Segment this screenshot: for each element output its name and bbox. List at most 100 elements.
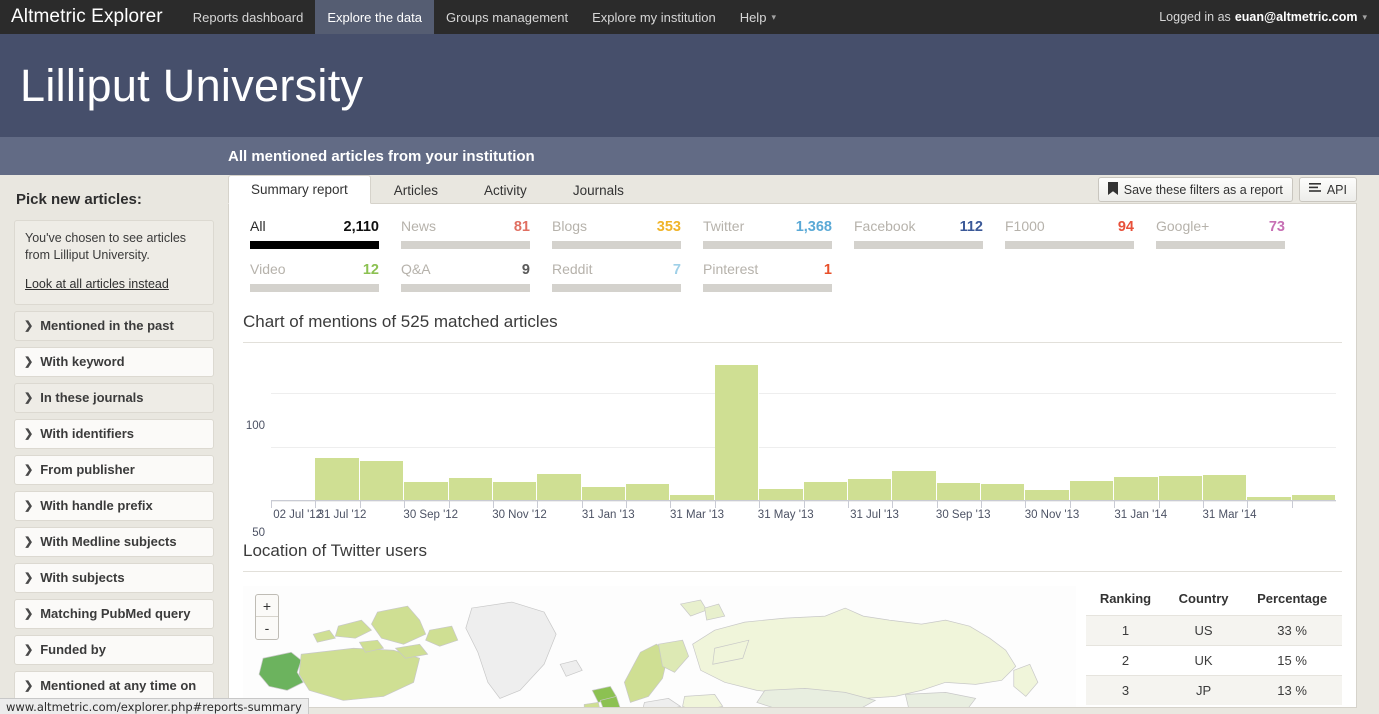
nav-item-explore-my-institution[interactable]: Explore my institution [580, 0, 728, 34]
tab-label: Activity [484, 182, 527, 198]
sidebar-item-mentioned-at-any-time-on[interactable]: ❯ Mentioned at any time on [14, 670, 214, 701]
sidebar-item-mentioned-in-the-past[interactable]: ❯ Mentioned in the past [14, 310, 214, 341]
chart-bar[interactable] [981, 483, 1026, 501]
stat-google-plus[interactable]: Google+ 73 [1145, 218, 1296, 249]
stat-all[interactable]: All 2,110 [239, 218, 390, 249]
map-zoom-out-button[interactable]: - [256, 617, 278, 639]
world-map-svg [243, 586, 1076, 707]
chart-bar[interactable] [626, 483, 671, 501]
app-brand[interactable]: Altmetric Explorer [0, 0, 181, 34]
sidebar-item-with-subjects[interactable]: ❯ With subjects [14, 562, 214, 593]
map-zoom-in-button[interactable]: + [256, 595, 278, 617]
cell-country: US [1164, 615, 1243, 646]
nav-item-reports-dashboard[interactable]: Reports dashboard [181, 0, 316, 34]
stat-video[interactable]: Video 12 [239, 261, 390, 292]
chart-bar[interactable] [1202, 475, 1248, 501]
nav-item-help[interactable]: Help ▾ [728, 0, 788, 34]
chart-bar[interactable] [936, 482, 981, 501]
chart-bar[interactable] [448, 478, 493, 501]
table-header-row: Ranking Country Percentage [1086, 586, 1342, 616]
sidebar-item-with-handle-prefix[interactable]: ❯ With handle prefix [14, 490, 214, 521]
column-header-country: Country [1178, 591, 1229, 606]
chart-tick [670, 501, 714, 508]
save-filters-as-report-button[interactable]: Save these filters as a report [1097, 177, 1293, 202]
stat-value: 7 [672, 262, 681, 278]
chart-tick [315, 501, 359, 508]
sidebar-item-funded-by[interactable]: ❯ Funded by [14, 634, 214, 665]
logged-in-label: Logged in as [1159, 10, 1231, 24]
chart-bar[interactable] [359, 461, 405, 501]
stat-label: Facebook [854, 218, 916, 234]
chart-bar[interactable] [404, 481, 449, 501]
api-button[interactable]: API [1298, 177, 1357, 202]
chart-x-tick-label: 31 Jan '13 [581, 509, 635, 521]
bookmark-icon [1107, 181, 1118, 198]
stat-value: 1,368 [795, 219, 832, 235]
look-at-all-articles-link[interactable]: Look at all articles instead [25, 276, 169, 293]
tab-activity[interactable]: Activity [461, 175, 550, 204]
sidebar-item-from-publisher[interactable]: ❯ From publisher [14, 454, 214, 485]
chart-bar[interactable] [1158, 476, 1203, 501]
chart-tick [537, 501, 581, 508]
chart-bar[interactable] [714, 365, 760, 501]
cell-country: UK [1164, 645, 1243, 676]
sidebar-item-label: With subjects [40, 570, 125, 586]
chart-tick [1025, 501, 1069, 508]
top-navigation-bar: Altmetric Explorer Reports dashboard Exp… [0, 0, 1379, 34]
tab-journals[interactable]: Journals [550, 175, 647, 204]
chart-bar[interactable] [892, 470, 937, 501]
chart-bar[interactable] [492, 481, 538, 501]
table-row: 3 JP 13 % [1086, 675, 1342, 705]
stat-news[interactable]: News 81 [390, 218, 541, 249]
chart-bar[interactable] [537, 474, 582, 501]
world-map[interactable]: + - [243, 586, 1076, 707]
chart-bar[interactable] [1069, 480, 1115, 501]
nav-item-groups-management[interactable]: Groups management [434, 0, 580, 34]
sidebar-item-label: Mentioned in the past [40, 318, 174, 334]
chart-y-tick-label: 50 [252, 527, 265, 540]
filter-sidebar: Pick new articles: You've chosen to see … [0, 175, 228, 714]
chart-bar[interactable] [581, 487, 626, 501]
stat-label: Video [250, 261, 286, 277]
chart-section-title: Chart of mentions of 525 matched article… [243, 312, 1342, 343]
chart-bar[interactable] [803, 481, 848, 501]
nav-label: Explore the data [327, 9, 422, 25]
cell-percentage: 15 % [1242, 645, 1342, 676]
chart-bar[interactable] [847, 479, 893, 501]
sidebar-item-with-medline-subjects[interactable]: ❯ With Medline subjects [14, 526, 214, 557]
sidebar-heading: Pick new articles: [16, 191, 142, 208]
context-subheader: All mentioned articles from your institu… [0, 137, 1379, 175]
stat-reddit[interactable]: Reddit 7 [541, 261, 692, 292]
chart-x-tick-label: 30 Nov '13 [1024, 509, 1080, 521]
sidebar-item-with-identifiers[interactable]: ❯ With identifiers [14, 418, 214, 449]
logged-in-user[interactable]: Logged in as euan@altmetric.com ▾ [1159, 0, 1379, 34]
api-label: API [1326, 182, 1347, 197]
sidebar-item-label: With handle prefix [40, 498, 153, 514]
stat-qa[interactable]: Q&A 9 [390, 261, 541, 292]
sidebar-item-label: With identifiers [40, 426, 134, 442]
stat-pinterest[interactable]: Pinterest 1 [692, 261, 843, 292]
chart-tick [581, 501, 626, 508]
sidebar-item-in-these-journals[interactable]: ❯ In these journals [14, 382, 214, 413]
stat-facebook[interactable]: Facebook 112 [843, 218, 994, 249]
chart-tick [1291, 501, 1336, 508]
chart-bar[interactable] [1114, 477, 1159, 501]
sidebar-item-with-keyword[interactable]: ❯ With keyword [14, 346, 214, 377]
chart-bar[interactable] [315, 457, 360, 501]
stat-label: Q&A [401, 261, 431, 277]
stat-f1000[interactable]: F1000 94 [994, 218, 1145, 249]
tab-articles[interactable]: Articles [371, 175, 461, 204]
page-body: Pick new articles: You've chosen to see … [0, 175, 1379, 714]
stat-label: All [250, 218, 266, 234]
chart-x-tick-labels: 02 Jul '12 31 Jul '12 30 Sep '12 30 Nov '12… [271, 509, 1336, 527]
chevron-right-icon: ❯ [24, 536, 34, 549]
map-section-title: Location of Twitter users [243, 541, 1342, 572]
stat-blogs[interactable]: Blogs 353 [541, 218, 692, 249]
tab-actions: Save these filters as a report API [1097, 177, 1357, 204]
cell-percentage: 33 % [1242, 615, 1342, 646]
nav-item-explore-the-data[interactable]: Explore the data [315, 0, 434, 34]
tab-summary-report[interactable]: Summary report [228, 175, 371, 204]
stat-twitter[interactable]: Twitter 1,368 [692, 218, 843, 249]
mention-source-stats: All 2,110 News 81 Blogs 353 Twitter 1,368 [229, 204, 1356, 298]
sidebar-item-matching-pubmed-query[interactable]: ❯ Matching PubMed query [14, 598, 214, 629]
